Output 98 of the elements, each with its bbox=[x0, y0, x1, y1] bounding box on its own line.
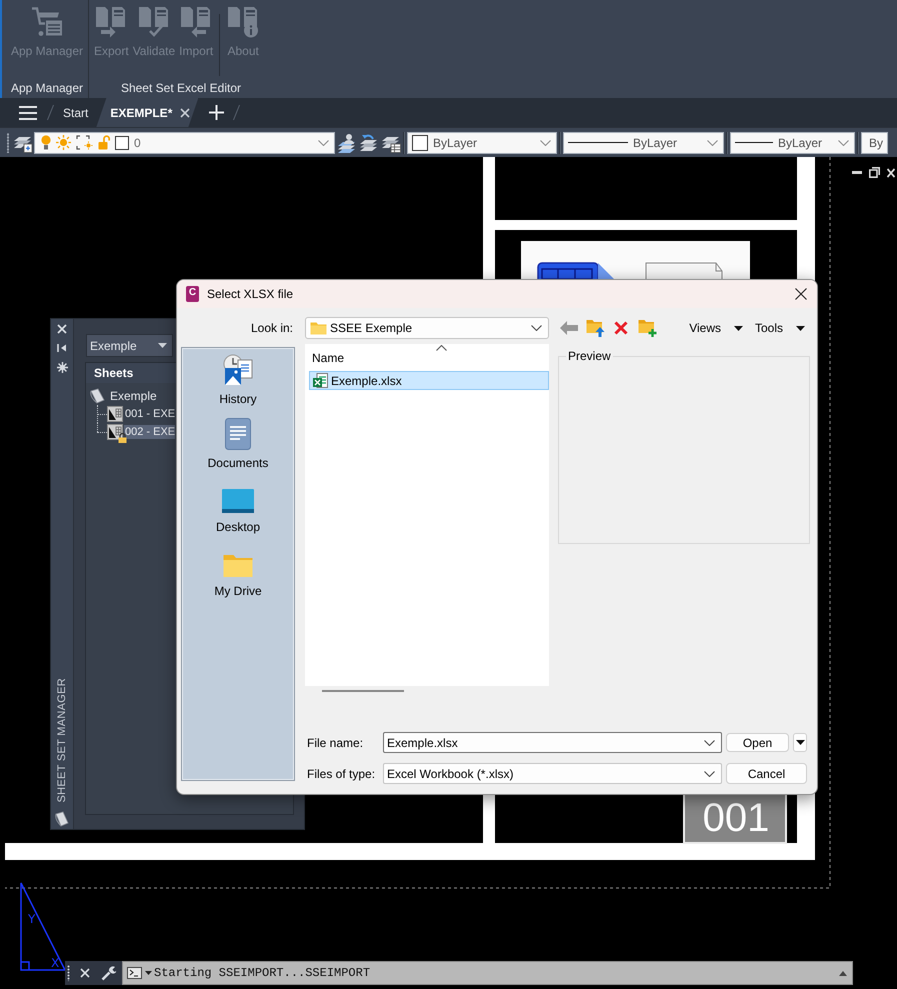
file-tab[interactable]: Start bbox=[55, 98, 96, 127]
menu-icon bbox=[19, 106, 37, 120]
sheet-number-text: 001 bbox=[702, 796, 770, 840]
file-item[interactable]: Exemple.xlsx bbox=[309, 371, 549, 390]
bar-arrow-icon bbox=[57, 343, 67, 353]
axis-label: X bbox=[51, 956, 60, 970]
lightbulb-icon[interactable] bbox=[41, 135, 51, 150]
close-icon bbox=[795, 288, 807, 300]
close-button[interactable] bbox=[55, 322, 69, 336]
plus-icon bbox=[208, 105, 224, 120]
pages-info-icon bbox=[226, 6, 260, 38]
file-name-field[interactable]: Exemple.xlsx bbox=[383, 732, 722, 753]
sort-chevron-icon bbox=[436, 345, 447, 351]
menu-button[interactable]: Views bbox=[687, 321, 745, 335]
place-shortcut[interactable]: Documents bbox=[182, 412, 294, 476]
chevron-icon bbox=[707, 140, 718, 146]
folder-up-arrow-icon bbox=[586, 319, 604, 337]
line-sample-icon bbox=[735, 142, 773, 143]
tree-item[interactable]: 001 - EXE bbox=[124, 407, 176, 421]
chevron-icon bbox=[540, 140, 551, 146]
file-tab[interactable]: EXEMPLE* bbox=[96, 98, 198, 127]
pages-check-icon bbox=[136, 6, 171, 38]
caret-icon[interactable] bbox=[145, 971, 152, 975]
cart-list-icon bbox=[32, 6, 62, 38]
frame-sun-icon[interactable] bbox=[76, 135, 93, 150]
x-mark-icon bbox=[614, 321, 628, 335]
palette-title: SHEET SET MANAGER bbox=[56, 678, 68, 802]
preview-label: Preview bbox=[567, 349, 612, 363]
color-dropdown[interactable]: ByLayer bbox=[407, 132, 557, 154]
grip-icon[interactable] bbox=[67, 965, 70, 981]
sheet-icon bbox=[107, 424, 123, 440]
horizontal-scrollbar[interactable] bbox=[322, 690, 404, 692]
terminal-icon[interactable] bbox=[127, 967, 142, 979]
dropdown-button[interactable] bbox=[793, 733, 807, 752]
open-button[interactable]: Open bbox=[726, 733, 789, 752]
layer-tool-button[interactable] bbox=[359, 132, 379, 154]
document-lines-icon bbox=[225, 418, 251, 450]
field-label: Files of type: bbox=[307, 766, 376, 780]
sheet-icon bbox=[107, 406, 123, 422]
line-sample-icon bbox=[568, 142, 628, 143]
restore-icon[interactable] bbox=[869, 167, 880, 178]
caret-icon bbox=[734, 326, 743, 330]
monitor-icon bbox=[222, 488, 254, 514]
chevron-icon bbox=[704, 740, 715, 746]
dialog-title: Select XLSX file bbox=[207, 287, 294, 301]
look-in-label: Look in: bbox=[250, 321, 293, 335]
file-type-dropdown[interactable]: Excel Workbook (*.xlsx) bbox=[383, 763, 722, 784]
cancel-button[interactable]: Cancel bbox=[726, 763, 807, 784]
caret-icon bbox=[158, 343, 167, 348]
layer-dropdown[interactable]: 0 bbox=[34, 132, 335, 154]
wrench-icon bbox=[100, 966, 116, 980]
lineweight-dropdown[interactable]: ByLayer bbox=[730, 132, 855, 154]
plot-style-dropdown[interactable]: By bbox=[861, 132, 888, 154]
caret-icon bbox=[796, 740, 804, 745]
color-swatch-icon bbox=[412, 134, 428, 150]
clock-picture-icon bbox=[222, 354, 254, 386]
place-shortcut[interactable]: Desktop bbox=[182, 476, 294, 540]
folder-icon bbox=[310, 321, 327, 335]
close-icon[interactable] bbox=[887, 168, 895, 178]
folder-plus-icon bbox=[638, 319, 656, 337]
caret-icon bbox=[796, 326, 805, 330]
customize-button[interactable] bbox=[100, 965, 116, 981]
ucs-icon bbox=[20, 882, 66, 971]
auto-hide-button[interactable] bbox=[55, 341, 69, 355]
axis-label: Y bbox=[28, 912, 36, 926]
layer-tool-button[interactable] bbox=[337, 132, 357, 154]
close-icon[interactable] bbox=[180, 108, 190, 118]
panel-title: Sheet Set Excel Editor bbox=[120, 80, 242, 97]
caret-icon[interactable] bbox=[839, 970, 847, 976]
chevron-icon bbox=[704, 770, 715, 776]
field-label: File name: bbox=[307, 736, 364, 750]
file-list[interactable]: Name Exemple.xlsx bbox=[305, 344, 549, 686]
chevron-icon bbox=[838, 140, 849, 146]
place-shortcut[interactable]: My Drive bbox=[182, 540, 294, 604]
spreadsheet-file-icon bbox=[313, 373, 328, 388]
settings-icon bbox=[56, 362, 68, 372]
column-header[interactable]: Name bbox=[305, 344, 549, 371]
sheet-set-icon bbox=[55, 811, 69, 827]
tree-item[interactable]: 002 - EXE bbox=[124, 425, 176, 439]
layers-arrow-icon bbox=[359, 132, 379, 152]
menu-button[interactable]: Tools bbox=[752, 321, 807, 335]
chevron-icon bbox=[531, 325, 542, 331]
sheet-set-dropdown[interactable]: Exemple bbox=[86, 334, 173, 357]
tree-item[interactable]: Exemple bbox=[109, 388, 158, 404]
close-icon bbox=[57, 324, 67, 334]
color-swatch-icon[interactable] bbox=[115, 136, 129, 150]
layers-person-icon bbox=[337, 132, 357, 152]
app-logo: C bbox=[186, 286, 199, 302]
chevron-icon[interactable] bbox=[318, 140, 329, 146]
close-icon bbox=[80, 968, 90, 978]
properties-button[interactable] bbox=[55, 360, 69, 374]
folder-icon bbox=[223, 554, 253, 578]
look-in-dropdown[interactable]: SSEE Exemple bbox=[305, 317, 549, 339]
linetype-dropdown[interactable]: ByLayer bbox=[563, 132, 724, 154]
panel-title: App Manager bbox=[10, 80, 84, 97]
sheet-set-icon bbox=[89, 388, 105, 404]
command-input-field[interactable]: Starting SSEIMPORT...SSEIMPORT bbox=[122, 961, 853, 985]
back-arrow-icon bbox=[560, 321, 578, 335]
